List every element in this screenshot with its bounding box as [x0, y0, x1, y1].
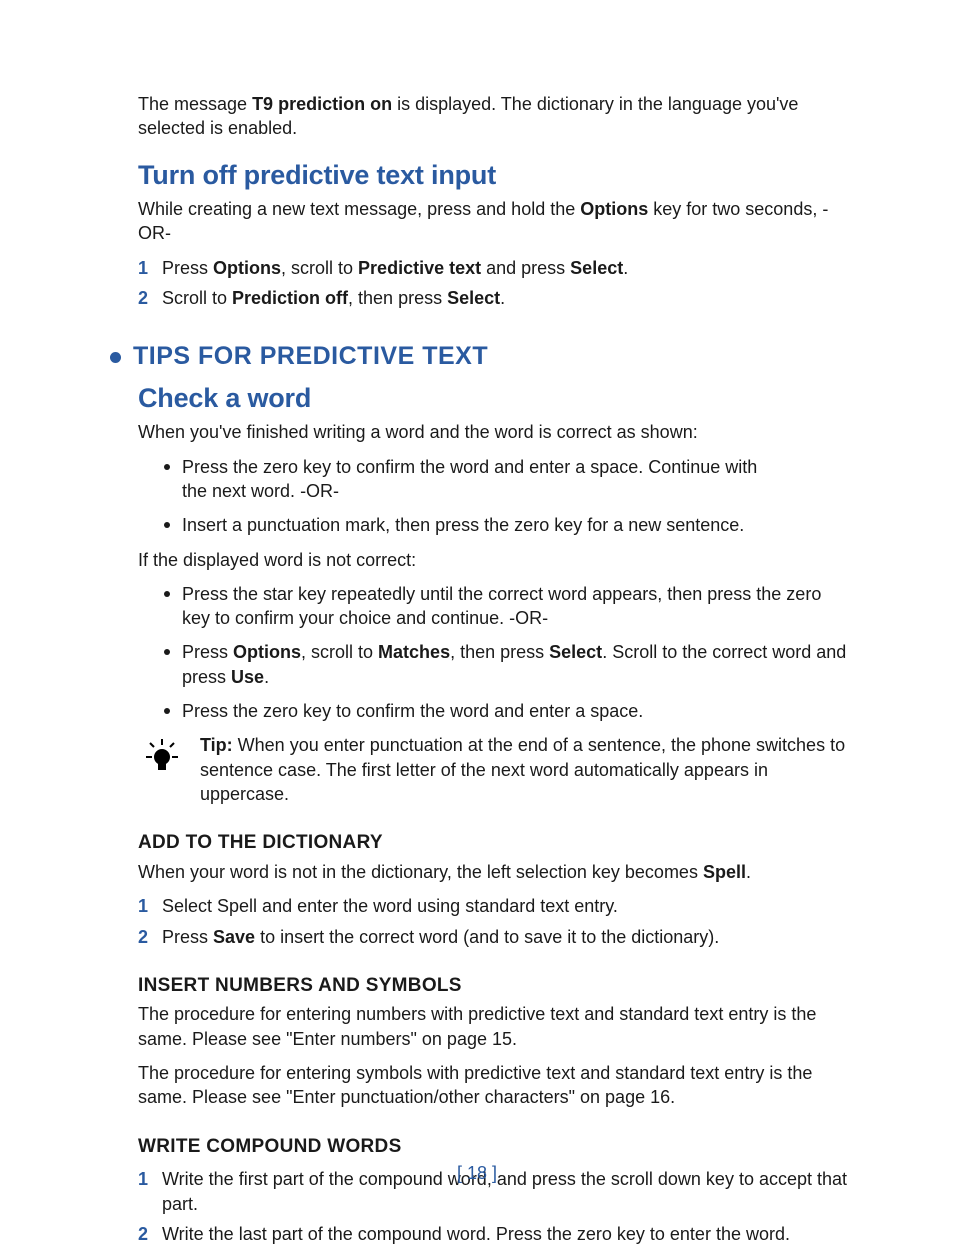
list-item: Press the star key repeatedly until the … [138, 582, 854, 631]
bullet-icon [164, 649, 170, 655]
tip-text: Tip: When you enter punctuation at the e… [200, 733, 854, 806]
step-number: 2 [138, 925, 152, 949]
intro-paragraph: The message T9 prediction on is displaye… [138, 92, 854, 141]
page-number: [ 18 ] [0, 1163, 954, 1184]
list-item: 2 Press Save to insert the correct word … [138, 925, 854, 949]
list-item: Press Options, scroll to Matches, then p… [138, 640, 854, 689]
list-item: Press the zero key to confirm the word a… [138, 699, 854, 723]
step-number: 1 [138, 256, 152, 280]
heading-turn-off: Turn off predictive text input [138, 157, 854, 193]
heading-tips: TIPS FOR PREDICTIVE TEXT [110, 340, 854, 374]
list-item: 2 Scroll to Prediction off, then press S… [138, 286, 854, 310]
add-dict-paragraph: When your word is not in the dictionary,… [138, 860, 854, 884]
turn-off-steps: 1 Press Options, scroll to Predictive te… [138, 256, 854, 311]
heading-compound: WRITE COMPOUND WORDS [138, 1134, 854, 1160]
bullet-icon [164, 464, 170, 470]
bullet-icon [110, 352, 121, 363]
list-item: Press the zero key to confirm the word a… [138, 455, 854, 504]
insert-p2: The procedure for entering symbols with … [138, 1061, 854, 1110]
turn-off-paragraph: While creating a new text message, press… [138, 197, 854, 246]
heading-check-word: Check a word [138, 380, 854, 416]
heading-add-dictionary: ADD TO THE DICTIONARY [138, 830, 854, 856]
list-item: 1Select Spell and enter the word using s… [138, 894, 854, 918]
step-number: 2 [138, 286, 152, 310]
heading-insert-numbers: INSERT NUMBERS AND SYMBOLS [138, 973, 854, 999]
bullet-icon [164, 522, 170, 528]
check-bullets-incorrect: Press the star key repeatedly until the … [138, 582, 854, 723]
check-intro2: If the displayed word is not correct: [138, 548, 854, 572]
bullet-icon [164, 708, 170, 714]
step-number: 2 [138, 1222, 152, 1246]
lightbulb-icon [142, 735, 182, 775]
check-bullets-correct: Press the zero key to confirm the word a… [138, 455, 854, 538]
page-content: The message T9 prediction on is displaye… [0, 0, 954, 1246]
list-item: Insert a punctuation mark, then press th… [138, 513, 854, 537]
list-item: 2Write the last part of the compound wor… [138, 1222, 854, 1246]
step-number: 1 [138, 894, 152, 918]
add-dict-steps: 1Select Spell and enter the word using s… [138, 894, 854, 949]
insert-p1: The procedure for entering numbers with … [138, 1002, 854, 1051]
tip-box: Tip: When you enter punctuation at the e… [142, 733, 854, 806]
bullet-icon [164, 591, 170, 597]
check-intro: When you've finished writing a word and … [138, 420, 854, 444]
list-item: 1 Press Options, scroll to Predictive te… [138, 256, 854, 280]
